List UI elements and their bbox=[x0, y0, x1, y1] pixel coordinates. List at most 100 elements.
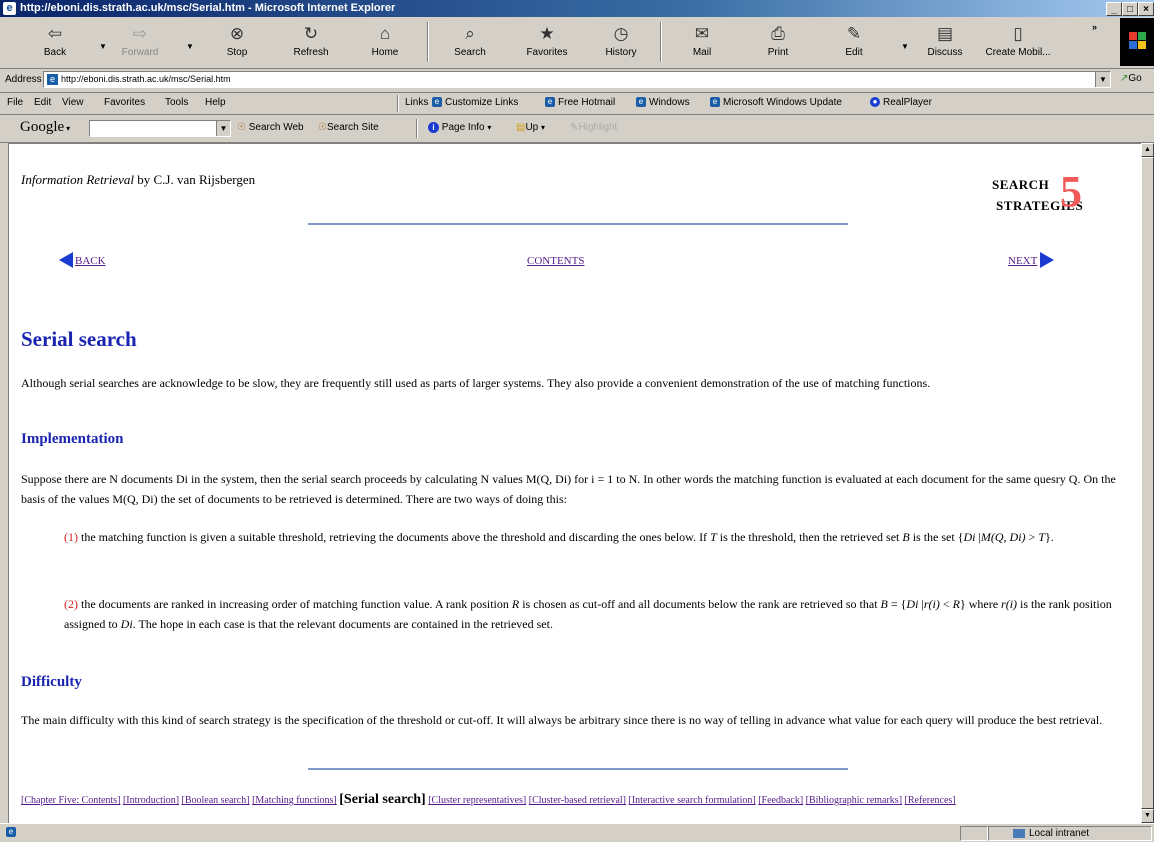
google-search-dropdown-icon[interactable]: ▼ bbox=[216, 121, 230, 136]
address-input[interactable]: e http://eboni.dis.strath.ac.uk/msc/Seria… bbox=[43, 71, 1111, 88]
back-arrow-icon: ⇦ bbox=[47, 24, 63, 43]
link-windows-update[interactable]: e Microsoft Windows Update bbox=[710, 97, 842, 108]
footer-link-matching-functions[interactable]: [Matching functions] bbox=[252, 795, 337, 806]
footer-link-interactive-search[interactable]: [Interactive search formulation] bbox=[629, 795, 756, 806]
scroll-down-icon[interactable]: ▼ bbox=[1141, 809, 1154, 823]
footer-link-feedback[interactable]: [Feedback] bbox=[758, 795, 803, 806]
edit-button[interactable]: ✎ Edit bbox=[829, 20, 879, 66]
links-label[interactable]: Links bbox=[405, 97, 428, 108]
history-button[interactable]: ◷ History bbox=[596, 20, 646, 66]
print-button[interactable]: ⎙ Print bbox=[753, 20, 803, 66]
search-icon: ⌕ bbox=[465, 24, 475, 43]
footer-link-cluster-based-retrieval[interactable]: [Cluster-based retrieval] bbox=[529, 795, 626, 806]
link-customize-links[interactable]: e Customize Links bbox=[432, 97, 518, 108]
up-dropdown-icon: ▾ bbox=[541, 123, 546, 132]
menu-view[interactable]: View bbox=[62, 97, 84, 108]
link-realplayer[interactable]: ● RealPlayer bbox=[870, 97, 932, 108]
search-site-button[interactable]: ☉Search Site bbox=[318, 122, 379, 133]
window-title-bar[interactable]: e http://eboni.dis.strath.ac.uk/msc/Seri… bbox=[0, 0, 1154, 17]
menu-help[interactable]: Help bbox=[205, 97, 226, 108]
book-citation: Information Retrieval by C.J. van Rijsbe… bbox=[21, 172, 255, 188]
go-button[interactable]: ↗Go bbox=[1120, 73, 1142, 84]
chapter-number: 5 bbox=[1060, 167, 1082, 216]
link-free-hotmail[interactable]: e Free Hotmail bbox=[545, 97, 615, 108]
next-arrow-icon bbox=[1040, 252, 1055, 269]
ie-page-icon: e bbox=[636, 97, 646, 107]
close-button[interactable]: × bbox=[1138, 2, 1154, 16]
google-separator bbox=[416, 119, 418, 138]
forward-button[interactable]: ⇨ Forward bbox=[115, 20, 165, 66]
forward-dropdown-icon[interactable]: ▼ bbox=[186, 42, 194, 51]
maximize-button[interactable]: □ bbox=[1122, 2, 1138, 16]
footer-current-page: [Serial search] bbox=[339, 792, 426, 807]
ie-page-icon: e bbox=[710, 97, 720, 107]
intro-paragraph: Although serial searches are acknowledge… bbox=[21, 376, 931, 390]
difficulty-paragraph: The main difficulty with this kind of se… bbox=[21, 713, 1103, 727]
favorites-button[interactable]: ★ Favorites bbox=[517, 20, 577, 66]
search-web-button[interactable]: ☉ Search Web bbox=[237, 122, 304, 133]
home-icon: ⌂ bbox=[379, 24, 391, 43]
menu-file[interactable]: File bbox=[7, 97, 23, 108]
edit-dropdown-icon[interactable]: ▼ bbox=[901, 42, 909, 51]
menu-bar: File Edit View Favorites Tools Help Link… bbox=[0, 93, 1154, 115]
stop-button[interactable]: ⊗ Stop bbox=[212, 20, 262, 66]
page-icon: e bbox=[47, 74, 58, 85]
menu-edit[interactable]: Edit bbox=[34, 97, 51, 108]
scroll-thumb[interactable] bbox=[1141, 157, 1154, 809]
page-info-button[interactable]: i Page Info ▾ bbox=[428, 122, 491, 133]
contents-link[interactable]: CONTENTS bbox=[527, 251, 584, 269]
toolbar-separator bbox=[660, 22, 662, 62]
minimize-button[interactable]: _ bbox=[1106, 2, 1122, 16]
status-bar: e Local intranet bbox=[0, 823, 1154, 842]
search-button[interactable]: ⌕ Search bbox=[445, 20, 495, 66]
back-button[interactable]: ⇦ Back bbox=[30, 20, 80, 66]
status-panel bbox=[960, 826, 988, 841]
mail-button[interactable]: ✉ Mail bbox=[677, 20, 727, 66]
ie-page-icon: e bbox=[432, 97, 442, 107]
menu-favorites[interactable]: Favorites bbox=[104, 97, 145, 108]
binoculars-icon: ☉ bbox=[237, 122, 246, 133]
back-dropdown-icon[interactable]: ▼ bbox=[99, 42, 107, 51]
back-arrow-icon bbox=[59, 252, 73, 269]
footer-link-boolean-search[interactable]: [Boolean search] bbox=[182, 795, 250, 806]
forward-arrow-icon: ⇨ bbox=[132, 24, 148, 43]
refresh-button[interactable]: ↻ Refresh bbox=[286, 20, 336, 66]
ie-logo-icon: e bbox=[3, 2, 16, 15]
search-site-icon: ☉ bbox=[318, 122, 327, 133]
highlight-button[interactable]: ✎Highlight bbox=[570, 122, 617, 133]
menu-tools[interactable]: Tools bbox=[165, 97, 188, 108]
footer-link-references[interactable]: [References] bbox=[905, 795, 956, 806]
home-button[interactable]: ⌂ Home bbox=[360, 20, 410, 66]
vertical-scrollbar[interactable]: ▲ ▼ bbox=[1141, 143, 1154, 823]
toolbar-separator bbox=[427, 22, 429, 62]
security-zone: Local intranet bbox=[988, 826, 1152, 841]
implementation-paragraph: Suppose there are N documents Di in the … bbox=[21, 472, 1116, 506]
discuss-button[interactable]: ▤ Discuss bbox=[920, 20, 970, 66]
page-info-dropdown-icon: ▾ bbox=[487, 123, 492, 132]
difficulty-heading: Difficulty bbox=[21, 674, 82, 690]
footer-link-chapter-contents[interactable]: [Chapter Five: Contents] bbox=[21, 795, 120, 806]
footer-link-bibliographic-remarks[interactable]: [Bibliographic remarks] bbox=[806, 795, 902, 806]
scroll-up-icon[interactable]: ▲ bbox=[1141, 143, 1154, 157]
address-bar: Address e http://eboni.dis.strath.ac.uk/m… bbox=[0, 69, 1154, 93]
footer-link-cluster-representatives[interactable]: [Cluster representatives] bbox=[428, 795, 526, 806]
stop-icon: ⊗ bbox=[229, 24, 245, 43]
create-mobile-button[interactable]: ▯ Create Mobil... bbox=[982, 20, 1054, 66]
link-windows[interactable]: e Windows bbox=[636, 97, 690, 108]
google-logo[interactable]: Google ▾ bbox=[20, 119, 70, 136]
next-link[interactable]: NEXT bbox=[1008, 251, 1055, 269]
up-button[interactable]: ▤Up ▾ bbox=[516, 122, 545, 133]
ie-page-icon: e bbox=[545, 97, 555, 107]
back-link[interactable]: BACK bbox=[59, 251, 106, 269]
windows-logo-icon bbox=[1120, 18, 1154, 66]
book-author: by C.J. van Rijsbergen bbox=[137, 172, 256, 187]
favorites-icon: ★ bbox=[539, 24, 555, 43]
footer-link-introduction[interactable]: [Introduction] bbox=[123, 795, 179, 806]
toolbar-overflow-chevron-icon[interactable]: » bbox=[1092, 22, 1097, 32]
google-search-input[interactable]: ▼ bbox=[89, 120, 231, 137]
mobile-icon: ▯ bbox=[1013, 24, 1023, 43]
status-page-icon: e bbox=[6, 827, 19, 838]
discuss-icon: ▤ bbox=[936, 24, 954, 43]
menu-separator bbox=[397, 95, 399, 112]
address-dropdown-icon[interactable]: ▼ bbox=[1095, 72, 1110, 87]
